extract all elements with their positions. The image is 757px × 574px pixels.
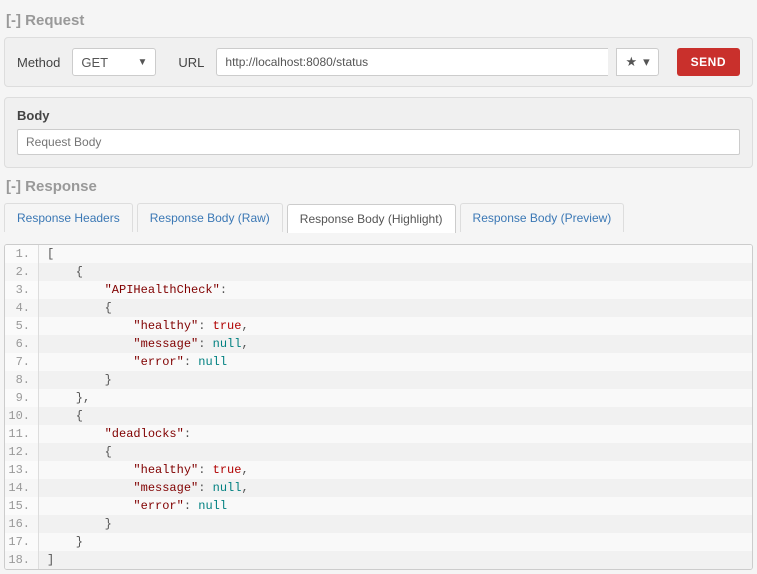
code-line: 15. "error": null [5,497,752,515]
line-number: 14. [5,479,39,497]
code-content: "healthy": true, [39,317,249,335]
code-content: "APIHealthCheck": [39,281,227,299]
url-input[interactable] [216,48,608,76]
code-line: 11. "deadlocks": [5,425,752,443]
response-code-panel: 1.[2. {3. "APIHealthCheck":4. {5. "healt… [4,244,753,570]
code-line: 8. } [5,371,752,389]
line-number: 9. [5,389,39,407]
code-content: "healthy": true, [39,461,249,479]
line-number: 11. [5,425,39,443]
line-number: 1. [5,245,39,263]
chevron-down-icon: ▼ [137,57,147,68]
code-line: 18.] [5,551,752,569]
request-title: Request [25,12,84,29]
line-number: 5. [5,317,39,335]
send-button[interactable]: SEND [677,48,740,76]
code-content: { [39,299,112,317]
response-section-header[interactable]: [-] Response [6,178,753,195]
code-line: 13. "healthy": true, [5,461,752,479]
line-number: 17. [5,533,39,551]
line-number: 18. [5,551,39,569]
code-content: [ [39,245,54,263]
code-line: 3. "APIHealthCheck": [5,281,752,299]
code-content: }, [39,389,90,407]
line-number: 13. [5,461,39,479]
code-content: "message": null, [39,479,249,497]
request-panel: Method GET ▼ URL ★ ▾ SEND [4,37,753,87]
code-content: { [39,407,83,425]
method-value: GET [81,55,108,70]
code-line: 6. "message": null, [5,335,752,353]
body-title: Body [17,108,740,123]
line-number: 16. [5,515,39,533]
response-collapse-toggle[interactable]: [-] [6,178,21,195]
code-line: 10. { [5,407,752,425]
code-line: 14. "message": null, [5,479,752,497]
code-content: } [39,533,83,551]
code-content: "message": null, [39,335,249,353]
method-label: Method [17,55,60,70]
request-collapse-toggle[interactable]: [-] [6,12,21,29]
code-content: "error": null [39,353,227,371]
line-number: 15. [5,497,39,515]
line-number: 8. [5,371,39,389]
code-line: 5. "healthy": true, [5,317,752,335]
code-line: 17. } [5,533,752,551]
tab-response-0[interactable]: Response Headers [4,203,133,232]
code-content: } [39,371,112,389]
line-number: 12. [5,443,39,461]
code-line: 1.[ [5,245,752,263]
code-content: "error": null [39,497,227,515]
line-number: 2. [5,263,39,281]
code-line: 12. { [5,443,752,461]
code-content: { [39,443,112,461]
code-line: 2. { [5,263,752,281]
url-favorite-dropdown[interactable]: ★ ▾ [616,48,658,76]
request-body-input[interactable] [17,129,740,155]
code-content: "deadlocks": [39,425,191,443]
tab-response-3[interactable]: Response Body (Preview) [460,203,625,232]
line-number: 6. [5,335,39,353]
code-line: 9. }, [5,389,752,407]
code-content: { [39,263,83,281]
code-content: ] [39,551,54,569]
code-content: } [39,515,112,533]
line-number: 10. [5,407,39,425]
code-line: 16. } [5,515,752,533]
line-number: 4. [5,299,39,317]
url-label: URL [178,55,204,70]
line-number: 7. [5,353,39,371]
chevron-down-icon: ▾ [643,54,650,70]
star-icon: ★ [625,54,637,70]
response-tabs: Response HeadersResponse Body (Raw)Respo… [4,203,753,232]
response-title: Response [25,178,97,195]
request-section-header[interactable]: [-] Request [6,12,753,29]
code-line: 7. "error": null [5,353,752,371]
request-body-panel: Body [4,97,753,168]
method-select[interactable]: GET ▼ [72,48,156,76]
tab-response-1[interactable]: Response Body (Raw) [137,203,283,232]
code-line: 4. { [5,299,752,317]
tab-response-2[interactable]: Response Body (Highlight) [287,204,456,233]
line-number: 3. [5,281,39,299]
